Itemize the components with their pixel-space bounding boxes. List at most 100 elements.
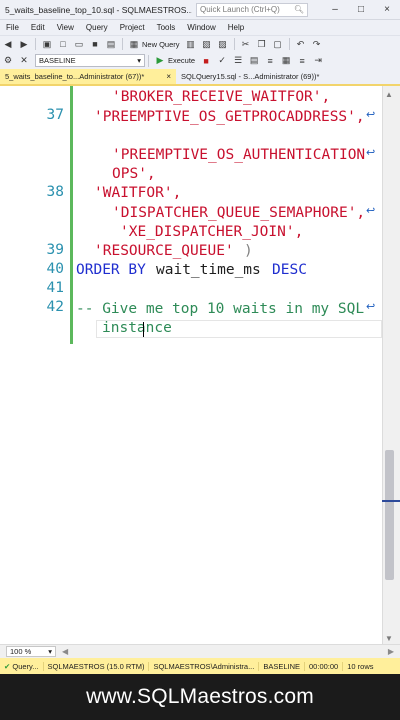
menu-window[interactable]: Window xyxy=(181,23,221,32)
word-wrap-icon: ↩ xyxy=(366,108,376,121)
execute-button[interactable]: Execute xyxy=(168,56,195,65)
line-number: 38 xyxy=(46,184,64,200)
query-status-text: Query... xyxy=(12,661,39,671)
code-comment: -- Give me top 10 waits in my SQL xyxy=(76,301,365,317)
menu-bar: File Edit View Query Project Tools Windo… xyxy=(0,20,400,35)
execute-icon[interactable]: ▶ xyxy=(153,55,167,67)
code-keyword: ORDER BY xyxy=(76,262,146,278)
query-options-icon[interactable]: ▤ xyxy=(247,55,261,67)
caret-position-marker xyxy=(382,500,400,502)
new-file-icon[interactable]: □ xyxy=(56,38,70,50)
redo-icon[interactable]: ↷ xyxy=(310,38,324,50)
database-query-icon[interactable]: ▥ xyxy=(184,38,198,50)
minimize-button[interactable]: – xyxy=(322,4,348,15)
menu-project[interactable]: Project xyxy=(114,23,151,32)
window-title: 5_waits_baseline_top_10.sql - SQLMAESTRO… xyxy=(5,4,192,15)
menu-query[interactable]: Query xyxy=(80,23,114,32)
scroll-down-icon[interactable]: ▼ xyxy=(385,634,393,643)
tab-waits-baseline[interactable]: 5_waits_baseline_to...Administrator (67)… xyxy=(0,69,176,84)
intellisense-icon[interactable]: ≡ xyxy=(263,55,277,67)
menu-tools[interactable]: Tools xyxy=(151,23,182,32)
menu-help[interactable]: Help xyxy=(222,23,250,32)
scroll-up-icon[interactable]: ▲ xyxy=(385,90,393,99)
database-info: BASELINE xyxy=(259,661,306,671)
toolbar-divider xyxy=(233,38,235,50)
login-info: SQLMAESTROS\Administra... xyxy=(149,661,260,671)
close-tab-icon[interactable]: × xyxy=(166,72,171,81)
new-project-icon[interactable]: ▣ xyxy=(40,38,54,50)
code-line: 'WAITFOR', xyxy=(94,185,182,201)
quick-launch-input[interactable]: Quick Launch (Ctrl+Q) 🔍︎ xyxy=(196,2,308,17)
comment-icon[interactable]: ≡ xyxy=(295,55,309,67)
code-token: wait_time_ms xyxy=(156,262,261,278)
disconnect-icon[interactable]: ✕ xyxy=(17,55,31,67)
footer-banner: www.SQLMaestros.com xyxy=(0,674,400,720)
new-query-button[interactable]: New Query xyxy=(142,40,180,49)
status-bar: ✔ Query... SQLMAESTROS (15.0 RTM) SQLMAE… xyxy=(0,658,400,674)
menu-view[interactable]: View xyxy=(51,23,80,32)
open-folder-icon[interactable]: ▭ xyxy=(72,38,86,50)
dmx-query-icon[interactable]: ▨ xyxy=(216,38,230,50)
word-wrap-icon: ↩ xyxy=(366,146,376,159)
code-line: 'DISPATCHER_QUEUE_SEMAPHORE', xyxy=(112,205,366,221)
scroll-right-icon[interactable]: ▶ xyxy=(388,647,394,656)
code-line: 'BROKER_RECEIVE_WAITFOR', xyxy=(112,89,331,105)
word-wrap-icon: ↩ xyxy=(366,204,376,217)
save-icon[interactable]: ■ xyxy=(88,38,102,50)
connect-icon[interactable]: ⚙ xyxy=(1,55,15,67)
code-line: 'PREEMPTIVE_OS_GETPROCADDRESS', xyxy=(94,109,365,125)
line-number: 37 xyxy=(46,107,64,123)
horizontal-scrollbar[interactable] xyxy=(72,648,384,656)
forward-icon[interactable]: ▶ xyxy=(17,38,31,50)
toolbar-divider xyxy=(35,38,36,50)
menu-file[interactable]: File xyxy=(0,23,25,32)
word-wrap-icon: ↩ xyxy=(366,300,376,313)
scrollbar-thumb[interactable] xyxy=(385,450,394,580)
line-number: 42 xyxy=(46,299,64,315)
menu-edit[interactable]: Edit xyxy=(25,23,51,32)
close-button[interactable]: × xyxy=(374,4,400,15)
tab-label: 5_waits_baseline_to...Administrator (67)… xyxy=(5,72,145,81)
text-cursor xyxy=(143,322,144,337)
sql-editor-toolbar: ⚙ ✕ BASELINE ▾ ▶ Execute ■ ✓ ☰ ▤ ≡ ▦ ≡ ⇥ xyxy=(0,52,400,69)
mdx-query-icon[interactable]: ▧ xyxy=(200,38,214,50)
query-editor[interactable]: 37 38 39 40 41 42 'BROKER_RECEIVE_WAITFO… xyxy=(0,86,382,644)
website-watermark: www.SQLMaestros.com xyxy=(86,685,314,708)
change-tracking-bar xyxy=(70,86,73,344)
scroll-left-icon[interactable]: ◀ xyxy=(62,647,68,656)
stop-icon[interactable]: ■ xyxy=(199,55,213,67)
line-number: 39 xyxy=(46,242,64,258)
code-line: OPS', xyxy=(112,166,156,182)
copy-icon[interactable]: ❐ xyxy=(255,38,269,50)
indent-icon[interactable]: ⇥ xyxy=(311,55,325,67)
code-line: 'RESOURCE_QUEUE' xyxy=(94,243,234,259)
database-dropdown-value: BASELINE xyxy=(39,56,76,65)
search-icon: 🔍︎ xyxy=(293,5,304,14)
title-bar: 5_waits_baseline_top_10.sql - SQLMAESTRO… xyxy=(0,0,400,20)
server-info: SQLMAESTROS (15.0 RTM) xyxy=(44,661,150,671)
code-token: ) xyxy=(244,243,253,259)
line-number-gutter: 37 38 39 40 41 42 xyxy=(0,86,68,644)
results-grid-icon[interactable]: ▦ xyxy=(279,55,293,67)
new-query-icon[interactable]: ▦ xyxy=(127,38,141,50)
toolbar-divider xyxy=(288,38,290,50)
paste-icon[interactable]: ▢ xyxy=(271,38,285,50)
standard-toolbar: ◀ ▶ ▣ □ ▭ ■ ▤ ▦ New Query ▥ ▧ ▨ ✂ ❐ ▢ ↶ … xyxy=(0,35,400,52)
save-all-icon[interactable]: ▤ xyxy=(104,38,118,50)
code-keyword: DESC xyxy=(272,262,307,278)
zoom-value: 100 % xyxy=(10,647,32,656)
tab-sqlquery15[interactable]: SQLQuery15.sql - S...Administrator (69))… xyxy=(176,69,352,84)
estimated-plan-icon[interactable]: ☰ xyxy=(231,55,245,67)
tab-label: SQLQuery15.sql - S...Administrator (69))… xyxy=(181,72,320,81)
undo-icon[interactable]: ↶ xyxy=(294,38,308,50)
horizontal-bar: 100 % ▾ ◀ ▶ xyxy=(0,644,400,658)
line-number: 41 xyxy=(46,280,64,296)
cut-icon[interactable]: ✂ xyxy=(239,38,253,50)
database-dropdown[interactable]: BASELINE ▾ xyxy=(35,54,145,67)
maximize-button[interactable]: □ xyxy=(348,4,374,15)
parse-icon[interactable]: ✓ xyxy=(215,55,229,67)
back-icon[interactable]: ◀ xyxy=(1,38,15,50)
elapsed-time: 00:00:00 xyxy=(305,661,344,671)
zoom-dropdown[interactable]: 100 % ▾ xyxy=(6,646,56,657)
current-line-highlight xyxy=(96,320,382,338)
